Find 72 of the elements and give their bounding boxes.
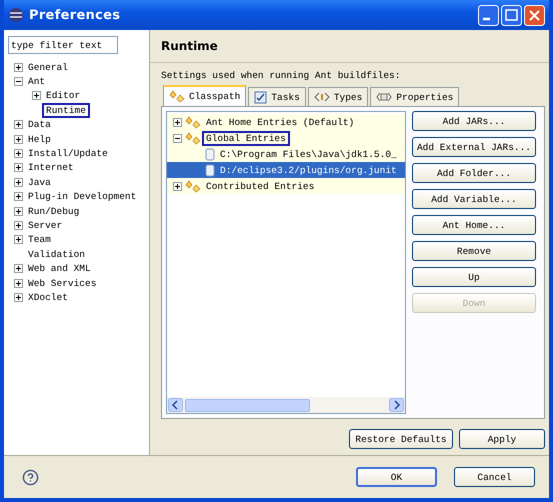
tree-item[interactable]: Ant	[26, 76, 48, 88]
expand-icon[interactable]	[14, 192, 23, 202]
tree-item[interactable]: Run/Debug	[26, 206, 82, 217]
collapse-icon[interactable]	[14, 77, 23, 86]
expand-icon[interactable]	[32, 91, 41, 100]
maximize-icon[interactable]	[501, 4, 522, 26]
tab[interactable]: Classpath	[163, 85, 246, 106]
horizontal-scrollbar[interactable]	[167, 397, 405, 413]
side-button[interactable]: Add Folder...	[412, 163, 536, 183]
expand-icon[interactable]	[14, 278, 23, 288]
tab[interactable]: Tasks	[248, 87, 306, 106]
expand-icon[interactable]	[14, 134, 23, 144]
tree-item[interactable]: General	[26, 62, 70, 73]
jar-icon	[205, 148, 215, 160]
expand-icon[interactable]	[14, 264, 23, 274]
expand-icon[interactable]	[173, 182, 182, 190]
side-button[interactable]: Add External JARs...	[412, 137, 536, 157]
expand-icon[interactable]	[14, 120, 23, 130]
expand-icon[interactable]	[14, 206, 23, 216]
tree-item[interactable]: Install/Update	[26, 148, 110, 160]
checkbox-icon	[254, 90, 268, 104]
close-icon[interactable]	[524, 4, 545, 26]
side-button[interactable]: Ant Home...	[412, 215, 536, 235]
filter-field[interactable]: type filter text	[8, 36, 118, 54]
tree-item[interactable]: D:/eclipse3.2/plugins/org.junit	[218, 164, 399, 176]
side-button[interactable]: Add JARs...	[412, 111, 536, 131]
entries-icon	[169, 90, 185, 103]
side-button[interactable]: Add Variable...	[412, 189, 536, 209]
tree-item[interactable]: Data	[26, 119, 53, 130]
properties-icon	[376, 91, 392, 103]
tree-item[interactable]: Validation	[26, 248, 88, 260]
tree-item[interactable]: Web and XML	[26, 263, 93, 274]
eclipse-logo-icon	[8, 7, 24, 23]
tree-item[interactable]: Java	[26, 176, 53, 188]
collapse-icon[interactable]	[173, 134, 182, 142]
scroll-right-icon[interactable]	[389, 398, 404, 412]
entries-icon	[185, 132, 201, 144]
dialog-button[interactable]: Cancel	[454, 467, 535, 487]
expand-icon[interactable]	[14, 178, 23, 187]
tree-item[interactable]: Web Services	[26, 278, 98, 289]
restore-defaults-button[interactable]: Restore Defaults	[349, 429, 453, 449]
tree-item[interactable]: Editor	[44, 90, 82, 102]
expand-icon[interactable]	[14, 149, 23, 158]
tree-item[interactable]: Help	[26, 134, 53, 145]
minimize-icon[interactable]	[478, 4, 499, 26]
tree-item[interactable]: Plug-in Development	[26, 191, 138, 202]
tree-item[interactable]: Team	[26, 234, 53, 246]
page-description: Settings used when running Ant buildfiles:	[161, 70, 402, 81]
tab[interactable]: Types	[308, 87, 368, 106]
tree-item[interactable]: Runtime	[44, 104, 88, 116]
window-title: Preferences	[29, 8, 120, 22]
expand-icon[interactable]	[173, 118, 182, 126]
expand-icon[interactable]	[14, 292, 23, 302]
entries-icon	[185, 116, 201, 128]
tree-item[interactable]: XDoclet	[26, 292, 70, 303]
expand-icon[interactable]	[14, 235, 23, 244]
apply-button[interactable]: Apply	[459, 429, 545, 449]
expand-icon[interactable]	[14, 62, 23, 72]
jar-icon	[205, 164, 215, 176]
expand-icon[interactable]	[14, 220, 23, 230]
expand-icon[interactable]	[14, 163, 23, 172]
tree-item[interactable]: Server	[26, 220, 64, 231]
page-title: Runtime	[150, 30, 549, 63]
scroll-left-icon[interactable]	[168, 398, 183, 412]
tree-item[interactable]: Internet	[26, 162, 76, 174]
help-icon[interactable]	[22, 468, 39, 486]
entries-icon	[185, 180, 201, 192]
tab[interactable]: Properties	[370, 87, 460, 106]
angle-brackets-icon	[314, 91, 330, 103]
dialog-button[interactable]: OK	[356, 467, 437, 487]
side-button[interactable]: Up	[412, 267, 536, 287]
side-button[interactable]: Remove	[412, 241, 536, 261]
